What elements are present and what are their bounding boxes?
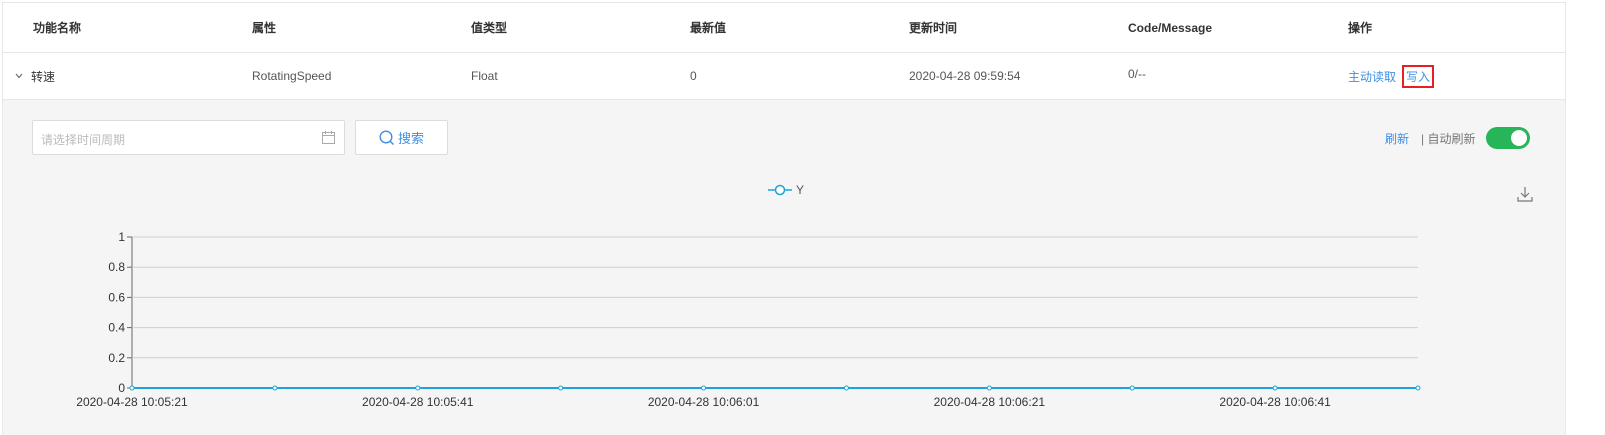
- header-property: 属性: [252, 21, 277, 35]
- header-code-message: Code/Message: [1128, 20, 1213, 35]
- feature-name: 转速: [31, 69, 56, 84]
- actions-cell: 主动读取 写入: [1348, 53, 1435, 99]
- chevron-down-icon[interactable]: [15, 71, 29, 82]
- y-tick-label: 1: [118, 230, 125, 244]
- latest-value-cell: 0: [690, 69, 697, 83]
- x-tick-label: 2020-04-28 10:05:21: [76, 395, 188, 409]
- header-latest-value: 最新值: [690, 21, 727, 35]
- feature-name-cell: 转速: [15, 53, 55, 99]
- data-point: [701, 385, 707, 391]
- data-point: [272, 385, 278, 391]
- header-update-time: 更新时间: [909, 21, 958, 35]
- data-table: 功能名称 属性 值类型 最新值 更新时间 Code/Message 操作 转速 …: [2, 2, 1566, 435]
- property-cell: RotatingSpeed: [252, 69, 332, 83]
- x-tick-label: 2020-04-28 10:06:41: [1219, 395, 1331, 409]
- data-point: [129, 385, 135, 391]
- value-type-cell: Float: [471, 69, 498, 83]
- y-tick-label: 0.4: [108, 321, 125, 335]
- data-point: [1272, 385, 1278, 391]
- data-point: [558, 385, 564, 391]
- code-message-cell: 0/--: [1128, 67, 1146, 81]
- x-tick-label: 2020-04-28 10:06:01: [648, 395, 760, 409]
- line-chart: 0 0.2 0.4 0.6 0.8 1 2020-04-28 10:05:21 2020-04…: [76, 230, 1421, 409]
- write-button[interactable]: 写入: [1402, 64, 1435, 88]
- y-tick-label: 0.2: [108, 351, 125, 365]
- header-value-type: 值类型: [471, 21, 508, 35]
- header-actions: 操作: [1348, 21, 1373, 35]
- data-point: [843, 385, 849, 391]
- read-button[interactable]: 主动读取: [1348, 68, 1396, 85]
- y-tick-label: 0.8: [108, 260, 125, 274]
- y-tick-label: 0.6: [108, 290, 125, 304]
- header-feature-name: 功能名称: [33, 21, 82, 35]
- y-tick-label: 0: [118, 381, 125, 395]
- data-point: [1415, 385, 1421, 391]
- x-tick-label: 2020-04-28 10:06:21: [934, 395, 1046, 409]
- x-tick-label: 2020-04-28 10:05:41: [362, 395, 474, 409]
- table-row: 转速 RotatingSpeed Float 0 2020-04-28 09:5…: [3, 53, 1565, 100]
- table-header: 功能名称 属性 值类型 最新值 更新时间 Code/Message 操作: [3, 3, 1565, 53]
- data-point: [1129, 385, 1135, 391]
- update-time-cell: 2020-04-28 09:59:54: [909, 69, 1021, 83]
- data-point: [986, 385, 992, 391]
- data-point: [415, 385, 421, 391]
